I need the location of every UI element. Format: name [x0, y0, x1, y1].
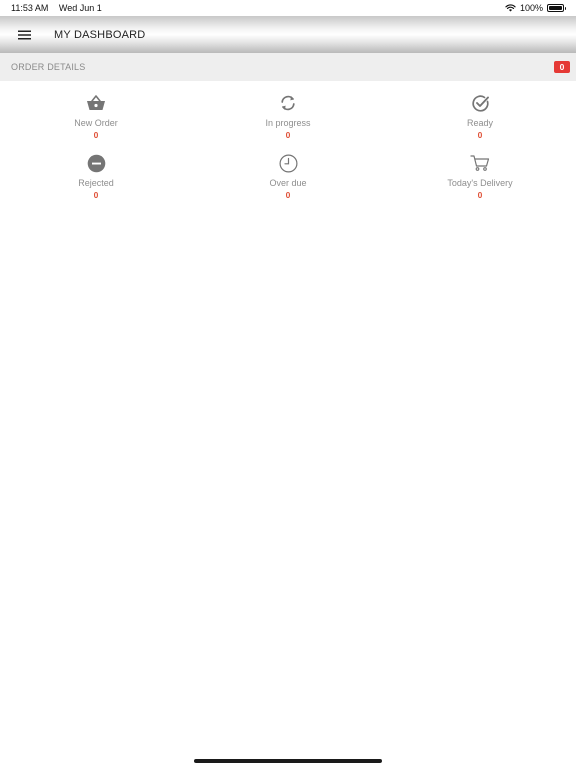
status-right: 100%: [505, 3, 566, 13]
order-status-grid: New Order 0 In progress 0 Ready 0 Reject…: [0, 92, 576, 212]
tile-label: Today's Delivery: [447, 178, 513, 188]
clock-icon: [279, 154, 297, 172]
status-left: 11:53 AM Wed Jun 1: [11, 3, 110, 13]
wifi-icon: [505, 4, 516, 12]
page-title: MY DASHBOARD: [54, 28, 146, 41]
battery-percent: 100%: [519, 3, 543, 13]
tile-ready[interactable]: Ready 0: [384, 92, 576, 152]
tile-count: 0: [285, 130, 291, 140]
basket-icon: [87, 95, 105, 110]
tile-in-progress[interactable]: In progress 0: [192, 92, 384, 152]
tile-label: Ready: [466, 118, 493, 128]
status-time: 11:53 AM: [11, 3, 49, 13]
tile-rejected[interactable]: Rejected 0: [0, 152, 192, 212]
home-indicator[interactable]: [194, 759, 382, 763]
tile-count: 0: [93, 190, 99, 200]
tile-todays-delivery[interactable]: Today's Delivery 0: [384, 152, 576, 212]
tile-label: Over due: [269, 178, 307, 188]
tile-label: In progress: [265, 118, 311, 128]
order-details-header: ORDER DETAILS 0: [0, 53, 576, 81]
status-date: Wed Jun 1: [58, 3, 102, 13]
hamburger-icon: [17, 30, 31, 39]
status-bar: 11:53 AM Wed Jun 1 100%: [0, 0, 576, 16]
tile-new-order[interactable]: New Order 0: [0, 92, 192, 152]
app-bar: MY DASHBOARD: [0, 16, 576, 53]
minus-circle-icon: [87, 154, 105, 172]
menu-button[interactable]: [0, 16, 48, 53]
battery-icon: [547, 4, 566, 12]
tile-count: 0: [285, 190, 291, 200]
tile-count: 0: [477, 130, 483, 140]
tile-count: 0: [477, 190, 483, 200]
tile-label: New Order: [74, 118, 118, 128]
tile-label: Rejected: [78, 178, 114, 188]
tile-count: 0: [93, 130, 99, 140]
check-circle-icon: [471, 94, 489, 112]
cart-icon: [470, 155, 490, 171]
refresh-icon: [281, 95, 295, 111]
tile-over-due[interactable]: Over due 0: [192, 152, 384, 212]
order-count-badge: 0: [554, 61, 570, 73]
section-title: ORDER DETAILS: [11, 62, 86, 72]
